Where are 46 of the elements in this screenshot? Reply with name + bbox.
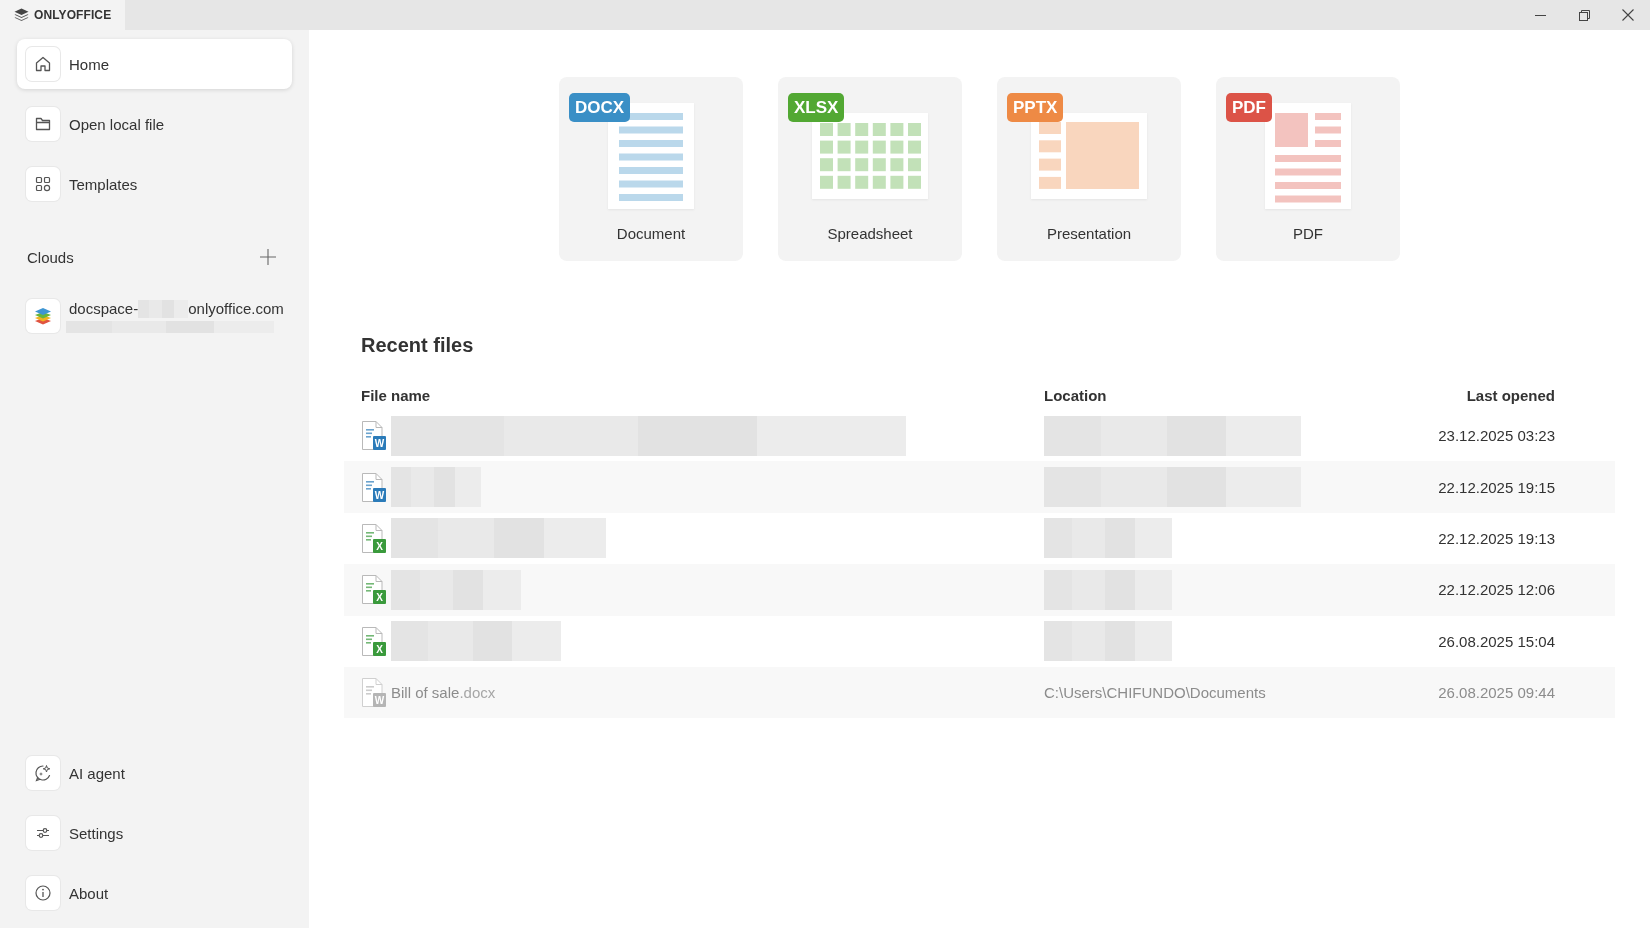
plus-icon bbox=[260, 249, 276, 265]
new-file-card[interactable]: PDF PDF bbox=[1216, 77, 1400, 261]
last-opened-date: 23.12.2025 03:23 bbox=[1438, 427, 1555, 445]
grid-icon bbox=[26, 167, 60, 201]
section-title: Recent files bbox=[360, 333, 475, 357]
minimize-icon bbox=[1534, 14, 1546, 16]
folder-icon bbox=[26, 107, 60, 141]
chat-sparkle-icon bbox=[26, 756, 60, 790]
last-opened-date: 22.12.2025 19:13 bbox=[1438, 529, 1555, 547]
home-icon bbox=[26, 47, 60, 81]
cloud-account[interactable]: docspace- onlyoffice.com bbox=[17, 291, 292, 341]
last-opened-date: 22.12.2025 12:06 bbox=[1438, 581, 1555, 599]
file-row[interactable]: X 26.08.2025 15:04 bbox=[344, 615, 1615, 667]
column-header: File name bbox=[361, 386, 432, 404]
file-row[interactable]: W 22.12.2025 19:15 bbox=[344, 461, 1615, 513]
file-row[interactable]: X 22.12.2025 19:13 bbox=[344, 512, 1615, 565]
last-opened-date: 26.08.2025 09:44 bbox=[1438, 684, 1555, 702]
layers-icon bbox=[26, 299, 60, 333]
new-file-card[interactable]: PPTX Presentation bbox=[997, 77, 1181, 261]
column-header: Location bbox=[1044, 386, 1108, 404]
section-heading: Clouds bbox=[27, 248, 74, 266]
nav-item[interactable]: Open local file bbox=[17, 99, 292, 149]
nav-item[interactable]: AI agent bbox=[17, 748, 292, 798]
nav-item[interactable]: Home bbox=[17, 39, 292, 89]
logo-icon bbox=[14, 8, 29, 22]
column-header: Last opened bbox=[1466, 386, 1555, 404]
format-badge: XLSX bbox=[788, 93, 845, 122]
format-badge: PPTX bbox=[1007, 93, 1064, 122]
file-location: C:\Users\CHIFUNDO\Documents bbox=[1044, 684, 1266, 702]
new-file-card[interactable]: XLSX Spreadsheet bbox=[778, 77, 962, 261]
settings-icon bbox=[26, 816, 60, 850]
close-icon bbox=[1622, 9, 1634, 21]
last-opened-date: 26.08.2025 15:04 bbox=[1438, 632, 1555, 650]
nav-item[interactable]: Templates bbox=[17, 159, 292, 209]
file-name: Bill of sale.docx bbox=[391, 684, 496, 702]
nav-item[interactable]: Settings bbox=[17, 808, 292, 858]
format-badge: PDF bbox=[1226, 93, 1272, 122]
app-tab[interactable]: ONLYOFFICE bbox=[0, 0, 126, 30]
last-opened-date: 22.12.2025 19:15 bbox=[1438, 478, 1555, 496]
new-file-card[interactable]: DOCX Document bbox=[559, 77, 743, 261]
file-row[interactable]: X 22.12.2025 12:06 bbox=[344, 564, 1615, 616]
file-row[interactable]: W 23.12.2025 03:23 bbox=[344, 410, 1615, 462]
format-badge: DOCX bbox=[569, 93, 631, 122]
info-icon bbox=[26, 876, 60, 910]
nav-item[interactable]: About bbox=[17, 868, 292, 918]
restore-icon bbox=[1578, 9, 1590, 21]
